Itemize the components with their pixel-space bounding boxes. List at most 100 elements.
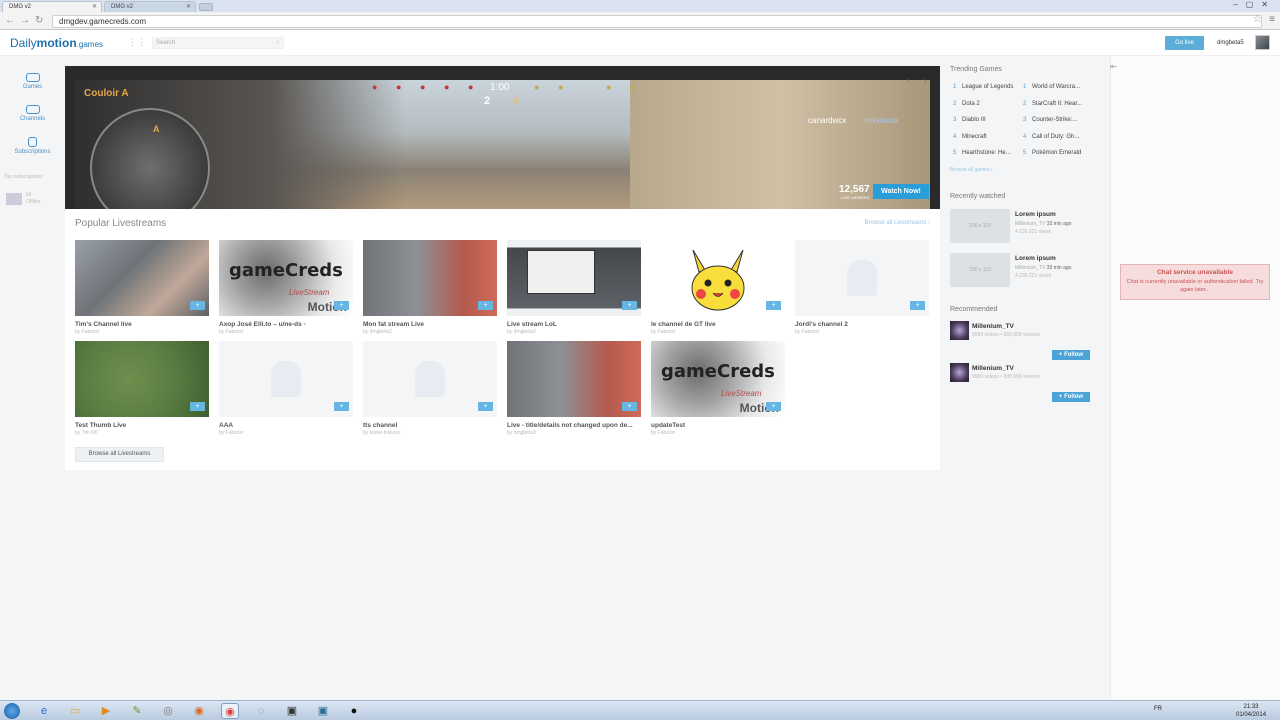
browser-tab-2[interactable]: DMG v2 ✕ [104, 1, 196, 12]
subscription-user[interactable]: lol Offline [26, 192, 40, 206]
add-to-playlist-button[interactable]: + [622, 402, 637, 411]
browse-all-games-link[interactable]: Browse all games › [950, 167, 993, 173]
livestream-thumbnail[interactable]: + [507, 341, 641, 417]
livestream-thumbnail[interactable]: gameCreds LiveStream Motion + [219, 240, 353, 316]
recently-watched-item[interactable]: 230 x 119 Lorem ipsum Millenium_TV 33 mi… [950, 209, 1090, 243]
livestream-title[interactable]: AAA [219, 422, 353, 429]
trending-game-item[interactable]: 2 StarCraft II: Hear... [1023, 101, 1082, 107]
livestream-title[interactable]: Test Thumb Live [75, 422, 209, 429]
channel-avatar[interactable] [950, 321, 969, 340]
window-controls[interactable]: –▢✕ [1233, 0, 1276, 9]
browse-livestreams-link[interactable]: Browse all Livestreams › [865, 220, 930, 226]
livestream-author[interactable]: by tester-fraturez [363, 430, 497, 436]
livestream-card[interactable]: gameCreds LiveStream Motion + updateTest by F… [651, 341, 785, 436]
recommended-channel-name[interactable]: Millenium_TV [972, 365, 1014, 372]
carousel-arrows[interactable]: ‹ › [907, 76, 933, 85]
livestream-author[interactable]: by dmgbeta2 [363, 329, 497, 335]
trending-game-item[interactable]: 5 Pokémon Emerald [1023, 150, 1081, 156]
site-logo[interactable]: Dailymotion.games [10, 36, 103, 50]
livestream-thumbnail[interactable]: + [795, 240, 929, 316]
watch-now-button[interactable]: Watch Now! [873, 184, 929, 199]
bookmark-star-icon[interactable]: ☆ [1253, 14, 1262, 25]
nav-games[interactable]: Games [10, 73, 55, 90]
livestream-author[interactable]: by Fabrizio [651, 430, 785, 436]
browse-all-livestreams-button[interactable]: Browse all Livestreams [75, 447, 164, 462]
livestream-title[interactable]: tts channel [363, 422, 497, 429]
recorder-app-icon[interactable]: ● [345, 703, 363, 719]
collapse-chat-icon[interactable]: ⇤ [1110, 62, 1117, 71]
follow-button[interactable]: + Follow [1052, 392, 1090, 402]
featured-stream[interactable]: Couloir A A ● ● ● ● ● ● ● ● ● 1:00 2 4 c… [65, 66, 940, 209]
livestream-card[interactable]: + Mon fat stream Live by dmgbeta2 [363, 240, 497, 335]
livestream-title[interactable]: Axop José Elli.to – u/ne-ds - [219, 321, 353, 328]
trending-game-item[interactable]: 4 Call of Duty: Gh... [1023, 134, 1079, 140]
trending-game-item[interactable]: 1 World of Warcra... [1023, 84, 1080, 90]
livestream-card[interactable]: + Live stream LoL by dmgbeta3 [507, 240, 641, 335]
firefox-icon[interactable]: ◉ [190, 703, 208, 719]
file-explorer-icon[interactable]: ▭ [66, 703, 84, 719]
start-button-icon[interactable] [4, 703, 20, 719]
avatar[interactable] [1255, 35, 1270, 50]
trending-game-item[interactable]: 5 Hearthstone: He... [953, 150, 1011, 156]
nav-channels[interactable]: Channels [10, 105, 55, 122]
livestream-card[interactable]: + Live - title/details not changed upon d… [507, 341, 641, 436]
add-to-playlist-button[interactable]: + [910, 301, 925, 310]
close-tab-icon[interactable]: ✕ [186, 3, 191, 10]
livestream-thumbnail[interactable]: gameCreds LiveStream Motion + [651, 341, 785, 417]
channel-avatar[interactable] [950, 363, 969, 382]
new-tab-button[interactable] [199, 3, 213, 11]
url-input[interactable]: dmgdev.gamecreds.com [52, 15, 1262, 28]
add-to-playlist-button[interactable]: + [478, 402, 493, 411]
livestream-title[interactable]: updateTest [651, 422, 785, 429]
livestream-thumbnail[interactable]: + [363, 341, 497, 417]
network-icon[interactable]: ◌ [252, 703, 270, 719]
pen-tool-icon[interactable]: ✎ [128, 703, 146, 719]
forward-arrow-icon[interactable]: → [20, 15, 30, 26]
add-to-playlist-button[interactable]: + [766, 301, 781, 310]
reload-icon[interactable]: ↻ [35, 15, 43, 26]
username[interactable]: dmgbeta5 [1217, 40, 1244, 46]
livestream-card[interactable]: + Tim's Channel live by Fabrizio [75, 240, 209, 335]
livestream-title[interactable]: Tim's Channel live [75, 321, 209, 328]
livestream-card[interactable]: gameCreds LiveStream Motion + Axop José Elli… [219, 240, 353, 335]
browser-tab-1[interactable]: DMG v2 ✕ [2, 1, 102, 12]
browser-menu-icon[interactable]: ≡ [1269, 14, 1275, 25]
nav-subscriptions[interactable]: Subscriptions [10, 137, 55, 155]
livestream-title[interactable]: Jordi's channel 2 [795, 321, 929, 328]
livestream-author[interactable]: by dmgbeta3 [507, 430, 641, 436]
add-to-playlist-button[interactable]: + [478, 301, 493, 310]
trending-game-item[interactable]: 1 League of Legends [953, 84, 1013, 90]
language-indicator[interactable]: FR [1154, 706, 1162, 712]
trending-game-item[interactable]: 3 Counter-Strike:... [1023, 117, 1077, 123]
add-to-playlist-button[interactable]: + [766, 402, 781, 411]
livestream-author[interactable]: by Fabrizio [795, 329, 929, 335]
media-player-icon[interactable]: ▶ [97, 703, 115, 719]
livestream-card[interactable]: + le channel de GT live by Fabrizio [651, 240, 785, 335]
apps-grid-icon[interactable]: ⋮⋮ [128, 38, 146, 47]
follow-button[interactable]: + Follow [1052, 350, 1090, 360]
trending-game-item[interactable]: 2 Dota 2 [953, 101, 980, 107]
livestream-author[interactable]: by Fabrizio [219, 430, 353, 436]
livestream-title[interactable]: Live - title/details not changed upon de… [507, 422, 641, 429]
livestream-thumbnail[interactable]: + [75, 341, 209, 417]
livestream-card[interactable]: + AAA by Fabrizio [219, 341, 353, 436]
search-icon[interactable]: ⌕ [276, 39, 280, 47]
add-to-playlist-button[interactable]: + [622, 301, 637, 310]
close-tab-icon[interactable]: ✕ [92, 3, 97, 10]
livestream-title[interactable]: le channel de GT live [651, 321, 785, 328]
search-input[interactable]: Search ⌕ [152, 37, 284, 49]
back-arrow-icon[interactable]: ← [5, 15, 15, 26]
livestream-thumbnail[interactable]: + [507, 240, 641, 316]
game-app-icon[interactable]: ▣ [283, 703, 301, 719]
system-clock[interactable]: 21:33 01/04/2014 [1236, 703, 1266, 719]
internet-explorer-icon[interactable]: e [35, 703, 53, 719]
recommended-channel-name[interactable]: Millenium_TV [972, 323, 1014, 330]
add-to-playlist-button[interactable]: + [334, 301, 349, 310]
app-icon[interactable]: ◎ [159, 703, 177, 719]
livestream-author[interactable]: by Fabrizio [75, 329, 209, 335]
livestream-thumbnail[interactable]: + [219, 341, 353, 417]
trending-game-item[interactable]: 3 Diablo III [953, 117, 986, 123]
livestream-author[interactable]: by dmgbeta3 [507, 329, 641, 335]
subscription-avatar[interactable] [6, 193, 22, 205]
monitor-app-icon[interactable]: ▣ [314, 703, 332, 719]
